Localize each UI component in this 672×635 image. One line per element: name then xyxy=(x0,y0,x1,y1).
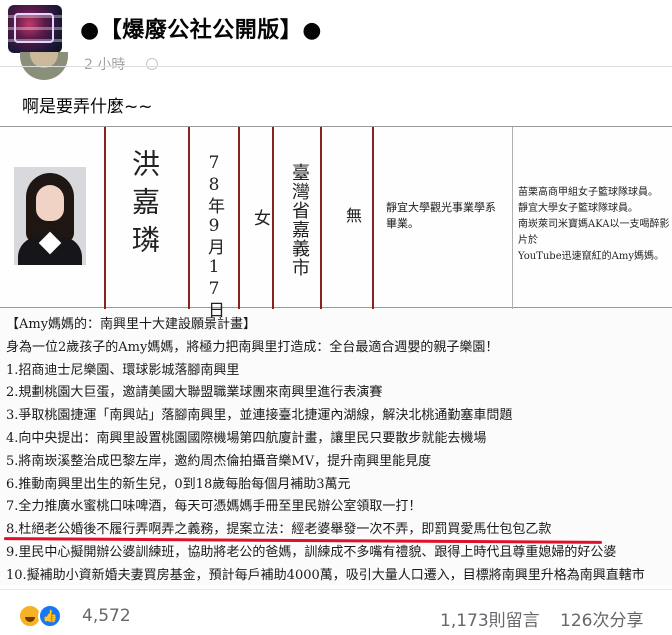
candidate-birthplace: 臺灣省嘉義市 xyxy=(289,163,310,277)
plan-item: 1.招商迪士尼樂園、環球影城落腳南興里 xyxy=(6,362,240,378)
experience-line: 南崁萊司米寶媽AKA以一支喝醉影片於 xyxy=(518,219,670,246)
reaction-count[interactable]: 4,572 xyxy=(82,606,131,626)
experience-line: 苗栗高商甲組女子籃球隊球員。 xyxy=(518,187,658,198)
plan-item: 3.爭取桃園捷運「南興站」落腳南興里，並連接臺北捷運內湖線，解決北桃通勤塞車問題 xyxy=(6,408,513,424)
plan-item: 4.向中央提出：南興里設置桃園國際機場第四航廈計畫，讓里民只要散步就能去機場 xyxy=(6,430,487,446)
ballot-divider xyxy=(372,127,374,309)
ballot-divider xyxy=(188,127,190,309)
post-text: 啊是要弄什麼~~ xyxy=(22,97,153,117)
candidate-experience: 苗栗高商甲組女子籃球隊球員。 靜宜大學女子籃球隊球員。 南崁萊司米寶媽AKA以一… xyxy=(518,185,670,265)
plan-item: 7.全力推廣水蜜桃口味啤酒，每天可憑媽媽手冊至里民辦公室領取一打！ xyxy=(6,499,422,515)
footer-divider xyxy=(0,589,672,590)
candidate-photo xyxy=(14,167,86,265)
ballot-divider xyxy=(320,127,322,309)
ballot-divider xyxy=(512,127,513,309)
post-time[interactable]: 2 小時 xyxy=(84,54,125,74)
globe-icon xyxy=(146,58,158,70)
candidate-name: 洪嘉璘 xyxy=(128,149,161,263)
group-avatar[interactable] xyxy=(8,5,62,53)
post-header: ●【爆廢公社公開版】● xyxy=(0,0,672,58)
candidate-birth-date: 78年9月17日 xyxy=(204,153,224,320)
candidate-gender: 女 xyxy=(250,209,270,226)
ballot-divider xyxy=(238,127,240,309)
post-image[interactable]: 洪嘉璘 78年9月17日 女 臺灣省嘉義市 無 靜宜大學觀光事業學系畢業。 苗栗… xyxy=(0,126,672,585)
campaign-plan: 【Amy媽媽的：南興里十大建設願景計畫】 身為一位2歲孩子的Amy媽媽，將極力把… xyxy=(0,314,672,585)
reactions[interactable]: 👍 xyxy=(18,602,78,628)
plan-item: 5.將南崁溪整治成巴黎左岸，邀約周杰倫拍攝音樂MV，提升南興里能見度 xyxy=(6,453,432,469)
plan-item: 2.規劃桃園大巨蛋，邀請美國大聯盟職業球團來南興里進行表演賽 xyxy=(6,385,383,401)
plan-item: 10.擬補助小資新婚夫妻買房基金，預計每戶補助4000萬，吸引大量人口遷入，目標… xyxy=(6,567,645,583)
plan-item: 9.里民中心擬開辦公婆訓練班，協助將老公的爸媽，訓練成不多嘴有禮貌、跟得上時代且… xyxy=(6,544,617,560)
plan-item: 6.推動南興里出生的新生兒，0到18歲每胎每個月補助3萬元 xyxy=(6,476,351,492)
plan-heading: 【Amy媽媽的：南興里十大建設願景計畫】 xyxy=(6,317,257,332)
candidate-education: 靜宜大學觀光事業學系畢業。 xyxy=(386,201,496,230)
experience-line: 靜宜大學女子籃球隊球員。 xyxy=(518,203,638,214)
like-reaction-icon: 👍 xyxy=(38,604,62,628)
share-count[interactable]: 126次分享 xyxy=(560,606,643,631)
group-title[interactable]: ●【爆廢公社公開版】● xyxy=(80,12,322,44)
experience-line: YouTube迅速竄紅的Amy媽媽。 xyxy=(518,251,664,262)
candidate-party: 無 xyxy=(343,207,362,223)
comment-count[interactable]: 1,173則留言 xyxy=(440,606,540,631)
ballot-table: 洪嘉璘 78年9月17日 女 臺灣省嘉義市 無 靜宜大學觀光事業學系畢業。 苗栗… xyxy=(0,126,672,320)
ballot-divider xyxy=(104,127,106,309)
plan-intro: 身為一位2歲孩子的Amy媽媽，將極力把南興里打造成：全台最適合週嬰的親子樂園！ xyxy=(6,339,499,355)
header-divider xyxy=(0,66,672,67)
